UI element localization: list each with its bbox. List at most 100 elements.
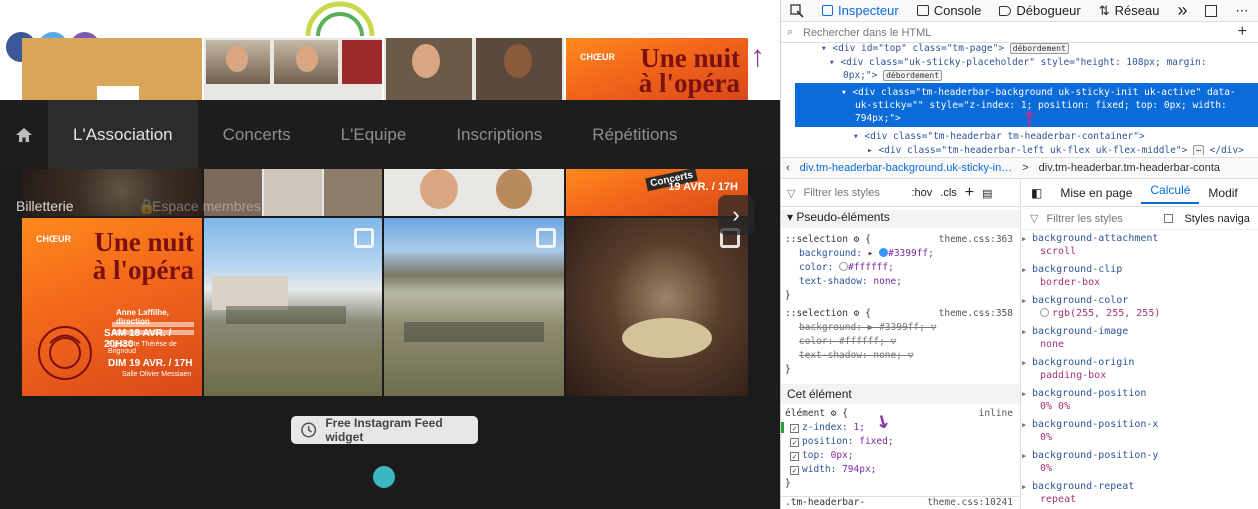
prop-checkbox-3[interactable]: ✓	[790, 452, 799, 461]
rule-2-prop-2-text: color: #ffffff;	[799, 336, 885, 347]
instagram-widget-button[interactable]: Free Instagram Feed widget	[291, 416, 478, 444]
computed-prop[interactable]: background-clip border-box	[1022, 263, 1258, 294]
dock-icon[interactable]	[1196, 0, 1226, 22]
rule-2-selector[interactable]: ::selection	[785, 308, 848, 319]
gear-icon-3[interactable]: ⚙	[831, 408, 837, 419]
computed-prop[interactable]: background-position-x 0%	[1022, 418, 1258, 449]
photo-dinner[interactable]	[566, 218, 748, 396]
rule-1-file-link[interactable]: theme.css:363	[939, 234, 1013, 245]
pseudo-elements-header[interactable]: ▾ Pseudo-éléments	[781, 210, 1020, 228]
poster-main[interactable]: CHŒUR Une nuit à l'opéra Anne Laffilhe, …	[22, 218, 202, 396]
rule-2-prop-2[interactable]: color: #ffffff; ▽	[781, 336, 1020, 347]
color-swatch-icon-2[interactable]	[839, 262, 849, 271]
poster-thumb-top[interactable]: Une nuit à l'opéra CHŒUR	[566, 38, 748, 100]
more-tabs-button[interactable]: »	[1168, 0, 1196, 22]
overflow-badge-1[interactable]: débordement	[1009, 43, 1069, 54]
tab-inspecteur[interactable]: Inspecteur	[813, 0, 908, 22]
home-icon[interactable]	[0, 100, 48, 169]
element-picker-icon[interactable]	[781, 0, 813, 22]
tab-console[interactable]: Console	[908, 0, 991, 22]
nav-item-inscriptions[interactable]: Inscriptions	[431, 100, 567, 169]
debugger-icon	[999, 5, 1012, 16]
rule-1-prop-1-name: background:	[799, 248, 862, 259]
espace-membres-link[interactable]: Espace membres	[152, 198, 261, 214]
html-search-input[interactable]: Rechercher dans le HTML	[803, 27, 931, 39]
overflow-badge-2[interactable]: débordement	[883, 70, 943, 81]
html-search-bar[interactable]: ⌕ Rechercher dans le HTML +	[781, 23, 1258, 43]
element-rule-inline: inline	[978, 408, 1013, 419]
html-tree: ▾ <div id="top" class="tm-page"> déborde…	[781, 43, 1258, 155]
element-rule-selector[interactable]: élément	[785, 408, 825, 419]
breadcrumb-item-2[interactable]: div.tm-headerbar.tm-headerbar-conta	[1034, 162, 1225, 174]
add-node-button[interactable]: +	[1238, 23, 1247, 41]
tree-node-headerbar-left[interactable]: ▸ <div class="tm-headerbar-left uk-flex …	[867, 145, 1244, 155]
element-prop-3-value: 0px;	[830, 450, 854, 461]
photo-snow-group-1[interactable]	[204, 218, 382, 396]
tab-debogueur[interactable]: Débogueur	[990, 0, 1089, 22]
tab-reseau[interactable]: ⇅ Réseau	[1090, 0, 1169, 22]
gear-icon-2[interactable]: ⚙	[854, 308, 860, 319]
tab-mise-en-page[interactable]: Mise en page	[1051, 186, 1141, 200]
photo-snow-group-2[interactable]	[384, 218, 564, 396]
print-media-icon[interactable]: ▤	[982, 187, 992, 200]
tab-calcule[interactable]: Calculé	[1141, 183, 1200, 204]
computed-prop[interactable]: background-color rgb(255, 255, 255)	[1022, 294, 1258, 325]
breadcrumb-back-icon[interactable]: ‹	[781, 162, 795, 174]
next-rule-selector[interactable]: .tm-headerbar-	[785, 497, 865, 508]
element-prop-position[interactable]: ✓ position: fixed;	[781, 436, 1020, 447]
element-prop-zindex[interactable]: ✓ z-index: 1;	[781, 422, 1020, 433]
gear-icon[interactable]: ⚙	[854, 234, 860, 245]
tab-modif[interactable]: Modif	[1199, 186, 1246, 200]
carousel-next-button[interactable]: ›	[718, 195, 754, 235]
tree-node-headerbar[interactable]: ▾ <div class="tm-headerbar tm-headerbar-…	[853, 131, 1145, 143]
photo-zoom-2[interactable]	[204, 38, 382, 100]
element-prop-2-value: fixed;	[859, 436, 894, 447]
billetterie-link[interactable]: Billetterie	[16, 198, 74, 214]
photo-row-2c[interactable]	[384, 169, 564, 216]
tree-node-selected[interactable]: ▾ <div class="tm-headerbar-background uk…	[841, 87, 1236, 99]
rule-1-prop-3[interactable]: text-shadow: none;	[781, 276, 1020, 287]
computed-prop[interactable]: background-repeat repeat	[1022, 480, 1258, 509]
computed-property-list: background-attachment scroll background-c…	[1022, 232, 1258, 509]
hov-toggle[interactable]: :hov	[911, 187, 932, 199]
tab-debogueur-label: Débogueur	[1016, 3, 1081, 18]
computed-prop[interactable]: background-origin padding-box	[1022, 356, 1258, 387]
rule-2-file-link[interactable]: theme.css:358	[939, 308, 1013, 319]
nav-item-concerts[interactable]: Concerts	[198, 100, 316, 169]
prop-checkbox-2[interactable]: ✓	[790, 438, 799, 447]
breadcrumb-item-1[interactable]: div.tm-headerbar-background.uk-sticky-in…	[795, 162, 1018, 174]
prop-checkbox-4[interactable]: ✓	[790, 466, 799, 475]
computed-filter-input[interactable]: Filtrer les styles	[1046, 213, 1156, 225]
rule-2-prop-3[interactable]: text-shadow: none; ▽	[781, 350, 1020, 361]
computed-prop[interactable]: background-attachment scroll	[1022, 232, 1258, 263]
cls-toggle[interactable]: .cls	[940, 187, 957, 199]
tree-node-tm-page[interactable]: ▾ <div id="top" class="tm-page"> déborde…	[821, 43, 1069, 55]
browser-styles-checkbox[interactable]	[1164, 214, 1174, 223]
rule-1-selector[interactable]: ::selection	[785, 234, 848, 245]
photo-zoom-3[interactable]	[384, 38, 564, 100]
tree-node-placeholder[interactable]: ▾ <div class="uk-sticky-placeholder" sty…	[829, 57, 1207, 69]
color-swatch-icon[interactable]	[879, 248, 889, 257]
computed-prop[interactable]: background-image none	[1022, 325, 1258, 356]
nav-item-repetitions[interactable]: Répétitions	[567, 100, 702, 169]
computed-prop[interactable]: background-position 0% 0%	[1022, 387, 1258, 418]
rule-2-prop-1[interactable]: background: ▶ #3399ff; ▽	[781, 322, 1020, 333]
options-menu-icon[interactable]: ⋯	[1226, 0, 1257, 22]
computed-prop-name: background-position-x	[1032, 419, 1159, 430]
rules-filter-input[interactable]: Filtrer les styles	[803, 187, 903, 199]
add-rule-button[interactable]: +	[965, 184, 974, 202]
computed-filter-bar: ▽ Filtrer les styles Styles naviga	[1022, 208, 1258, 230]
rule-1-prop-1[interactable]: background: ▸ #3399ff;	[781, 248, 1020, 259]
prop-checkbox-1[interactable]: ✓	[790, 424, 799, 433]
element-prop-top[interactable]: ✓ top: 0px;	[781, 450, 1020, 461]
computed-prop[interactable]: background-position-y 0%	[1022, 449, 1258, 480]
computed-prop-value: border-box	[1040, 277, 1101, 288]
layout-panel-icon[interactable]: ◧	[1022, 186, 1051, 200]
photo-zoom-1[interactable]	[22, 38, 202, 100]
element-prop-width[interactable]: ✓ width: 794px;	[781, 464, 1020, 475]
nav-item-equipe[interactable]: L'Equipe	[316, 100, 432, 169]
nav-item-association[interactable]: L'Association	[48, 100, 198, 169]
console-icon	[916, 5, 929, 16]
rule-1-prop-2[interactable]: color: #ffffff;	[781, 262, 1020, 273]
next-rule-file-link[interactable]: theme.css:10241	[927, 497, 1013, 508]
